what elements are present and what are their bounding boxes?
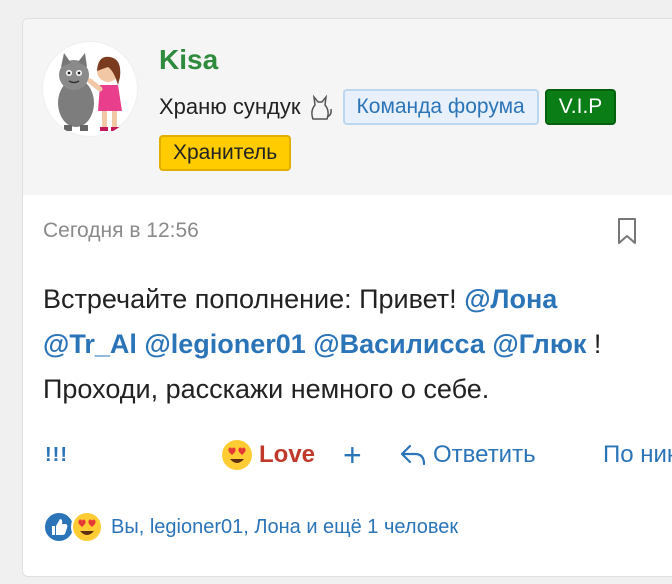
post-date[interactable]: Сегодня в 12:56 (43, 219, 199, 243)
post-meta: Сегодня в 12:56 #5 (43, 217, 672, 247)
message-text-start: Встречайте пополнение: Привет! (43, 284, 457, 314)
mention-vasilissa[interactable]: @Василисса (313, 329, 485, 359)
post-message: Встречайте пополнение: Привет! @Лона @Tr… (43, 277, 653, 412)
mention-lona[interactable]: @Лона (464, 284, 557, 314)
reply-arrow-icon (400, 444, 426, 466)
bookmark-icon[interactable] (615, 217, 639, 245)
heart-eyes-emoji-icon (222, 440, 252, 470)
reply-label: Ответить (433, 441, 536, 468)
mention-glyuk[interactable]: @Глюк (492, 329, 586, 359)
user-info-bar: Kisa Храню сундук Команда форума V.I.P Х… (23, 19, 672, 195)
badge-vip[interactable]: V.I.P (544, 89, 617, 125)
heart-eyes-emoji-icon (71, 511, 103, 543)
username[interactable]: Kisa (159, 44, 218, 76)
report-button[interactable]: !!! (45, 435, 68, 475)
badge-rank[interactable]: Хранитель (159, 135, 292, 171)
mention-legioner01[interactable]: @legioner01 (144, 329, 305, 359)
reply-button[interactable]: Ответить (399, 435, 536, 475)
message-text-line2: Проходи, расскажи немного о себе. (43, 374, 490, 404)
post-card: Kisa Храню сундук Команда форума V.I.P Х… (22, 18, 672, 577)
add-reaction-button[interactable]: + (343, 435, 362, 475)
search-by-nick-button[interactable]: По нику (603, 435, 672, 475)
badge-forum-team[interactable]: Команда форума (342, 89, 539, 125)
reactions-summary[interactable]: Вы, legioner01, Лона и ещё 1 человек (43, 511, 458, 543)
user-status-row: Храню сундук Команда форума V.I.P (159, 88, 617, 126)
cat-icon (310, 94, 332, 120)
message-exclamation: ! (593, 329, 602, 359)
avatar[interactable] (42, 41, 138, 137)
love-reaction-button[interactable]: Love (221, 435, 315, 475)
love-label: Love (259, 441, 316, 468)
avatar-image (58, 53, 122, 131)
mention-tr-al[interactable]: @Tr_Al (43, 329, 137, 359)
reaction-icons (43, 511, 107, 543)
user-status: Храню сундук (159, 94, 301, 119)
post-actions: !!! Love + Ответить По нику (43, 435, 672, 475)
reactions-text[interactable]: Вы, legioner01, Лона и ещё 1 человек (111, 516, 458, 539)
